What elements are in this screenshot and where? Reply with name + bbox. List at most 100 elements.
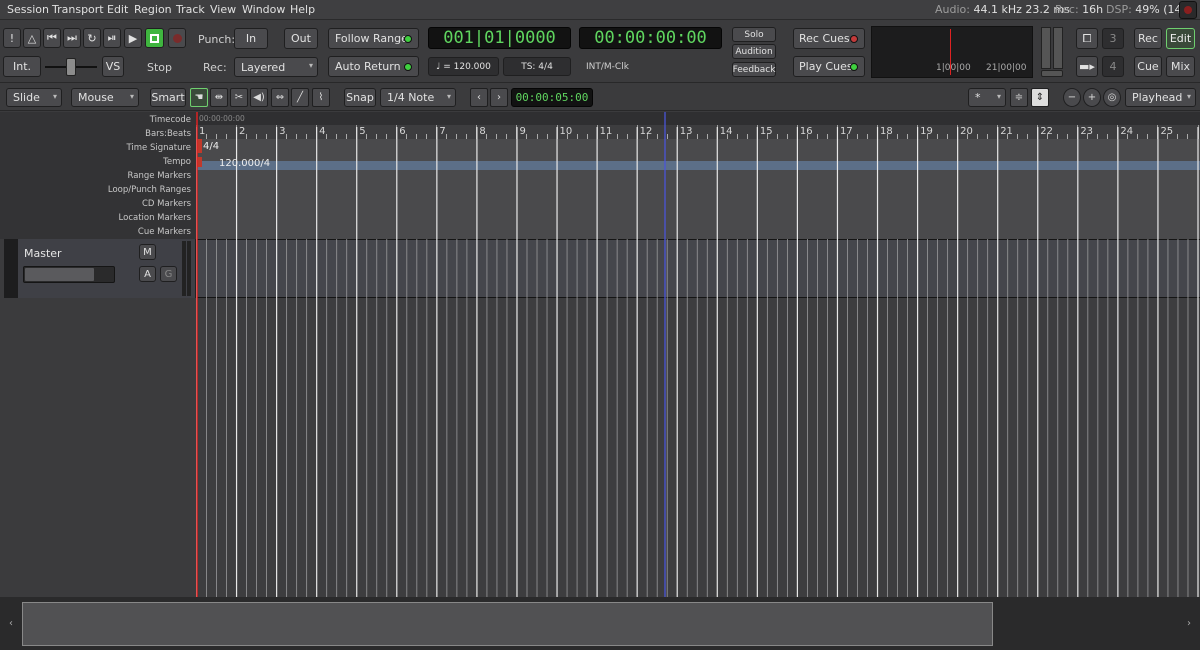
metronome-button[interactable]: △ bbox=[23, 28, 41, 48]
ruler-label-cue-markers[interactable]: Cue Markers bbox=[138, 227, 191, 237]
tempo-value[interactable]: 120.000/4 bbox=[219, 158, 270, 169]
follow-range-button[interactable]: Follow Range bbox=[328, 28, 419, 49]
master-track-name[interactable]: Master bbox=[24, 247, 62, 260]
auto-return-button[interactable]: Auto Return bbox=[328, 56, 419, 77]
draw-tool-button[interactable]: ╱ bbox=[291, 88, 309, 107]
play-button[interactable]: ▶ bbox=[124, 28, 142, 48]
menu-edit[interactable]: Edit bbox=[107, 3, 128, 16]
time-signature-button[interactable]: TS: 4/4 bbox=[503, 57, 571, 76]
zoom-focus-dropdown[interactable]: Playhead ▾ bbox=[1125, 88, 1196, 107]
audition-tool-button[interactable]: ◀) bbox=[250, 88, 268, 107]
master-gain-fader[interactable] bbox=[23, 266, 115, 283]
rec-mode-dropdown[interactable]: Layered ▾ bbox=[234, 57, 318, 77]
midi-panic-button[interactable]: ! bbox=[3, 28, 21, 48]
zoom-to-session-button[interactable]: ◎ bbox=[1103, 88, 1121, 107]
mouse-mode-dropdown[interactable]: Mouse ▾ bbox=[71, 88, 139, 107]
play-cues-button[interactable]: Play Cues bbox=[793, 56, 865, 77]
edit-mode-dropdown[interactable]: Slide ▾ bbox=[6, 88, 62, 107]
nudge-backward-button[interactable]: ‹ bbox=[470, 88, 488, 107]
tempo-button[interactable]: ♩ = 120.000 bbox=[428, 57, 499, 76]
crop-button[interactable]: ⧠ bbox=[1076, 28, 1098, 49]
record-enable-button[interactable] bbox=[168, 28, 186, 48]
nudge-clock[interactable]: 00:00:05:00 bbox=[511, 88, 593, 107]
editor-meter-left bbox=[1041, 27, 1051, 69]
master-mute-button[interactable]: M bbox=[139, 244, 156, 260]
content-tool-button[interactable]: ⌇ bbox=[312, 88, 330, 107]
summary-viewport[interactable] bbox=[22, 602, 993, 646]
time-signature-value[interactable]: 4/4 bbox=[203, 141, 219, 152]
primary-clock[interactable]: 001|01|0000 bbox=[428, 27, 571, 49]
layout-4-button[interactable]: 4 bbox=[1102, 56, 1124, 77]
marker-rulers[interactable] bbox=[196, 171, 1200, 239]
goto-end-button[interactable]: ⏭ bbox=[63, 28, 81, 48]
shrink-tracks-button[interactable]: ≑ bbox=[1010, 88, 1028, 107]
shuttle-slider[interactable] bbox=[66, 58, 76, 76]
goto-start-button[interactable]: ⏮ bbox=[43, 28, 61, 48]
menu-help[interactable]: Help bbox=[290, 3, 315, 16]
ruler-label-loop-punch[interactable]: Loop/Punch Ranges bbox=[108, 185, 191, 195]
menu-window[interactable]: Window bbox=[242, 3, 285, 16]
master-track-lane[interactable] bbox=[196, 239, 1200, 298]
ruler-area[interactable]: 00:00:00:00 1 2 3 4 5 6 7 8 9 10 11 12 13 14 15 16 17 18 1… bbox=[196, 112, 1200, 239]
stretch-tool-button[interactable]: ⇔ bbox=[271, 88, 289, 107]
stop-button[interactable] bbox=[145, 28, 164, 48]
punch-out-button[interactable]: Out bbox=[284, 28, 318, 49]
ruler-label-tempo[interactable]: Tempo bbox=[163, 157, 191, 167]
zoom-preset-dropdown[interactable]: * ▾ bbox=[968, 88, 1006, 107]
bar-number: 5 bbox=[359, 126, 366, 137]
internal-sync-button[interactable]: Int. bbox=[3, 56, 41, 77]
mini-timeline[interactable]: 1|00|00 21|00|00 bbox=[871, 26, 1033, 78]
tempo-curve[interactable] bbox=[196, 161, 1200, 170]
feedback-button[interactable]: Feedback bbox=[732, 62, 776, 77]
menu-region[interactable]: Region bbox=[134, 3, 172, 16]
rec-cues-button[interactable]: Rec Cues bbox=[793, 28, 865, 49]
cue-window-button[interactable]: Cue bbox=[1134, 56, 1162, 77]
solo-button[interactable]: Solo bbox=[732, 27, 776, 42]
expand-tracks-button[interactable]: ⇕ bbox=[1031, 88, 1049, 107]
varispeed-button[interactable]: VS bbox=[102, 56, 124, 77]
cut-tool-button[interactable]: ✂ bbox=[230, 88, 248, 107]
rec-window-button[interactable]: Rec bbox=[1134, 28, 1162, 49]
mix-window-button[interactable]: Mix bbox=[1166, 56, 1195, 77]
video-button[interactable]: ▬▸ bbox=[1076, 56, 1098, 77]
menu-track[interactable]: Track bbox=[176, 3, 205, 16]
layout-3-button[interactable]: 3 bbox=[1102, 28, 1124, 49]
edit-window-button[interactable]: Edit bbox=[1166, 28, 1195, 49]
master-group-button[interactable]: G bbox=[160, 266, 177, 282]
ruler-label-timecode[interactable]: Timecode bbox=[150, 115, 191, 125]
grid-type-dropdown[interactable]: 1/4 Note ▾ bbox=[380, 88, 456, 107]
grab-tool-button[interactable]: ☚ bbox=[190, 88, 208, 107]
summary-scroll-right[interactable]: › bbox=[1178, 597, 1200, 650]
menu-transport[interactable]: Transport bbox=[52, 3, 104, 16]
punch-in-button[interactable]: In bbox=[234, 28, 268, 49]
dropdown-caret-icon: ▾ bbox=[1186, 92, 1191, 101]
meter-peak-button[interactable] bbox=[1041, 70, 1063, 77]
led-indicator-icon bbox=[404, 62, 412, 71]
timecode-ruler[interactable]: 00:00:00:00 bbox=[196, 112, 1200, 125]
time-signature-ruler[interactable]: 4/4 bbox=[196, 139, 1200, 153]
menu-session[interactable]: Session bbox=[7, 3, 49, 16]
summary-scroll-left[interactable]: ‹ bbox=[0, 597, 22, 650]
master-track-header[interactable]: Master M A G bbox=[18, 239, 196, 298]
snap-button[interactable]: Snap bbox=[344, 88, 376, 107]
play-icon: ▶ bbox=[128, 31, 138, 45]
nudge-forward-button[interactable]: › bbox=[490, 88, 508, 107]
ruler-label-cd-markers[interactable]: CD Markers bbox=[142, 199, 191, 209]
tempo-ruler[interactable]: 120.000/4 bbox=[196, 153, 1200, 171]
ruler-label-time-signature[interactable]: Time Signature bbox=[126, 143, 191, 153]
audition-button[interactable]: Audition bbox=[732, 44, 776, 59]
bars-beats-ruler[interactable]: 1 2 3 4 5 6 7 8 9 10 11 12 13 14 15 16 17 18 19 20 21 22 23 24 2… bbox=[196, 125, 1200, 139]
secondary-clock[interactable]: 00:00:00:00 bbox=[579, 27, 722, 49]
smart-mode-button[interactable]: Smart bbox=[150, 88, 186, 107]
zoom-in-button[interactable]: + bbox=[1083, 88, 1101, 107]
play-range-button[interactable]: ⏯ bbox=[103, 28, 121, 48]
master-automation-button[interactable]: A bbox=[139, 266, 156, 282]
ruler-label-location-markers[interactable]: Location Markers bbox=[119, 213, 191, 223]
loop-button[interactable]: ↻ bbox=[83, 28, 101, 48]
ruler-label-range-markers[interactable]: Range Markers bbox=[128, 171, 191, 181]
global-record-button[interactable] bbox=[1179, 1, 1197, 19]
range-tool-button[interactable]: ⇹ bbox=[210, 88, 228, 107]
zoom-out-button[interactable]: − bbox=[1063, 88, 1081, 107]
menu-view[interactable]: View bbox=[210, 3, 236, 16]
ruler-label-bars-beats[interactable]: Bars:Beats bbox=[145, 129, 191, 139]
